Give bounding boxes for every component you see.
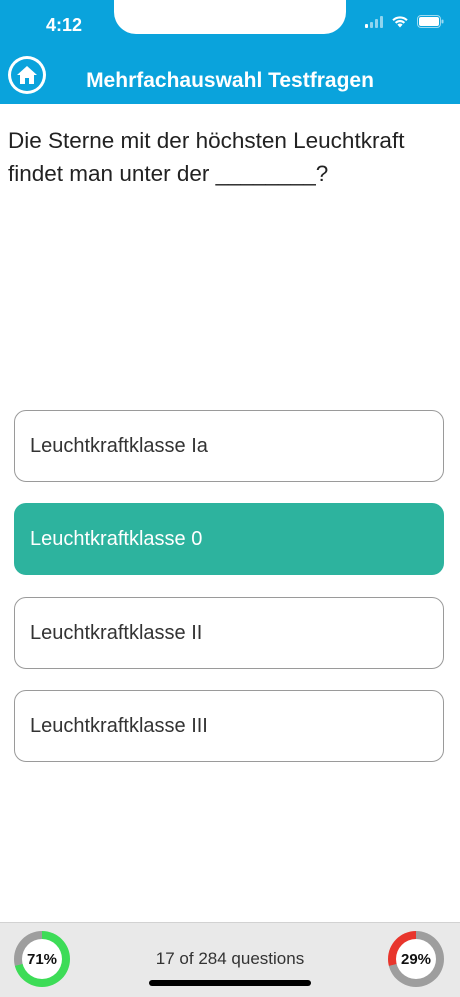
wrong-score-ring: 29%: [388, 931, 444, 987]
wifi-icon: [391, 15, 409, 33]
battery-icon: [417, 15, 444, 33]
answer-option-label: Leuchtkraftklasse 0: [30, 527, 203, 550]
answer-option-4[interactable]: Leuchtkraftklasse III: [14, 690, 444, 762]
status-time: 4:12: [46, 15, 83, 35]
answer-option-label: Leuchtkraftklasse II: [30, 621, 203, 644]
app-header: 4:12 Mehrfachauswahl Testfragen: [0, 0, 460, 104]
answer-option-3[interactable]: Leuchtkraftklasse II: [14, 597, 444, 669]
question-text: Die Sterne mit der höchsten Leuchtkraft …: [8, 128, 405, 186]
status-icons: [365, 14, 444, 34]
answer-option-label: Leuchtkraftklasse Ia: [30, 434, 208, 457]
wrong-percent-label: 29%: [396, 939, 436, 979]
signal-icon: [365, 15, 383, 33]
answer-option-2-selected[interactable]: Leuchtkraftklasse 0: [14, 503, 444, 575]
home-indicator: [149, 980, 311, 986]
page-title: Mehrfachauswahl Testfragen: [86, 69, 374, 92]
answer-option-1[interactable]: Leuchtkraftklasse Ia: [14, 410, 444, 482]
device-notch: [114, 0, 346, 34]
answer-option-label: Leuchtkraftklasse III: [30, 714, 208, 737]
